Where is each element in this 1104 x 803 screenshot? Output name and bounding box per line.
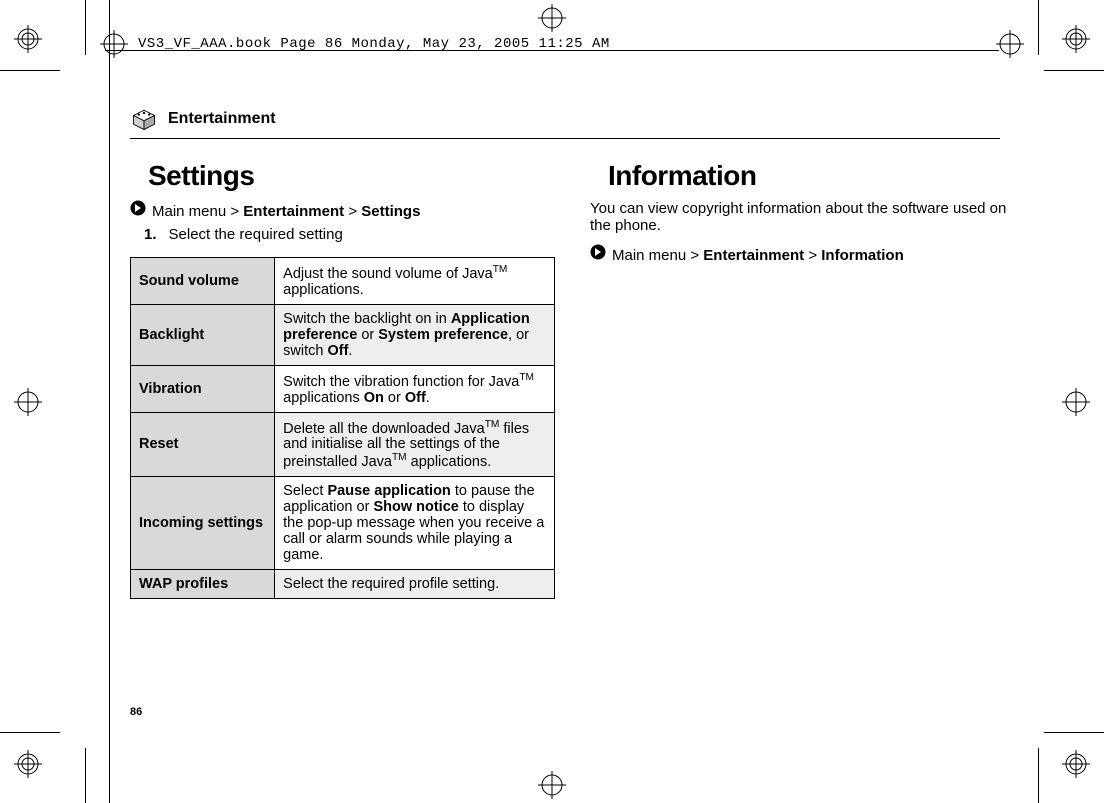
settings-heading: Settings bbox=[148, 160, 555, 192]
registration-mark-icon bbox=[1062, 388, 1090, 416]
breadcrumb-text: > bbox=[804, 247, 821, 264]
information-heading: Information bbox=[608, 160, 1015, 192]
step-text: Select the required setting bbox=[169, 226, 343, 243]
breadcrumb-text: Settings bbox=[361, 203, 420, 220]
registration-mark-icon bbox=[996, 30, 1024, 58]
registration-mark-icon bbox=[1062, 25, 1090, 53]
information-breadcrumb: Main menu > Entertainment > Information bbox=[590, 244, 1015, 264]
step-number: 1. bbox=[144, 226, 157, 243]
table-row: Sound volumeAdjust the sound volume of J… bbox=[131, 258, 555, 305]
header-filename: VS3_VF_AAA.book Page 86 Monday, May 23, … bbox=[138, 36, 610, 52]
breadcrumb-text: Entertainment bbox=[243, 203, 344, 220]
right-column: Information You can view copyright infor… bbox=[590, 160, 1015, 599]
setting-name: Sound volume bbox=[131, 258, 275, 305]
registration-mark-icon bbox=[538, 771, 566, 799]
table-row: BacklightSwitch the backlight on in Appl… bbox=[131, 304, 555, 365]
crop-mark bbox=[85, 0, 86, 55]
settings-table: Sound volumeAdjust the sound volume of J… bbox=[130, 257, 555, 599]
table-row: VibrationSwitch the vibration function f… bbox=[131, 365, 555, 412]
setting-name: Backlight bbox=[131, 304, 275, 365]
setting-name: Incoming settings bbox=[131, 477, 275, 570]
registration-mark-icon bbox=[14, 750, 42, 778]
nav-arrow-icon bbox=[590, 244, 606, 260]
crop-mark bbox=[1038, 0, 1039, 55]
setting-description: Switch the backlight on in Application p… bbox=[275, 304, 555, 365]
registration-mark-icon bbox=[538, 4, 566, 32]
breadcrumb-text: > bbox=[344, 203, 361, 220]
information-intro: You can view copyright information about… bbox=[590, 200, 1015, 234]
crop-mark bbox=[85, 748, 86, 803]
registration-mark-icon bbox=[14, 25, 42, 53]
registration-mark-icon bbox=[100, 30, 128, 58]
breadcrumb-text: Main menu > bbox=[612, 247, 703, 264]
setting-description: Adjust the sound volume of JavaTM applic… bbox=[275, 258, 555, 305]
crop-mark bbox=[1038, 748, 1039, 803]
left-column: Settings Main menu > Entertainment > Set… bbox=[130, 160, 555, 599]
registration-mark-icon bbox=[14, 388, 42, 416]
section-title: Entertainment bbox=[168, 110, 276, 128]
breadcrumb-text: Information bbox=[821, 247, 904, 264]
crop-mark bbox=[0, 732, 60, 733]
crop-mark bbox=[1044, 732, 1104, 733]
page-number: 86 bbox=[130, 706, 142, 718]
setting-name: WAP profiles bbox=[131, 570, 275, 599]
table-row: WAP profilesSelect the required profile … bbox=[131, 570, 555, 599]
crop-mark bbox=[0, 70, 60, 71]
setting-name: Reset bbox=[131, 412, 275, 477]
table-row: ResetDelete all the downloaded JavaTM fi… bbox=[131, 412, 555, 477]
setting-description: Select the required profile setting. bbox=[275, 570, 555, 599]
settings-breadcrumb: Main menu > Entertainment > Settings bbox=[130, 200, 555, 220]
setting-name: Vibration bbox=[131, 365, 275, 412]
entertainment-section-icon bbox=[130, 105, 158, 133]
table-row: Incoming settingsSelect Pause applicatio… bbox=[131, 477, 555, 570]
registration-mark-icon bbox=[1062, 750, 1090, 778]
setting-description: Delete all the downloaded JavaTM files a… bbox=[275, 412, 555, 477]
crop-mark bbox=[1044, 70, 1104, 71]
breadcrumb-text: Main menu > bbox=[152, 203, 243, 220]
breadcrumb-text: Entertainment bbox=[703, 247, 804, 264]
setting-description: Switch the vibration function for JavaTM… bbox=[275, 365, 555, 412]
nav-arrow-icon bbox=[130, 200, 146, 216]
section-underline bbox=[130, 138, 1000, 139]
setting-description: Select Pause application to pause the ap… bbox=[275, 477, 555, 570]
